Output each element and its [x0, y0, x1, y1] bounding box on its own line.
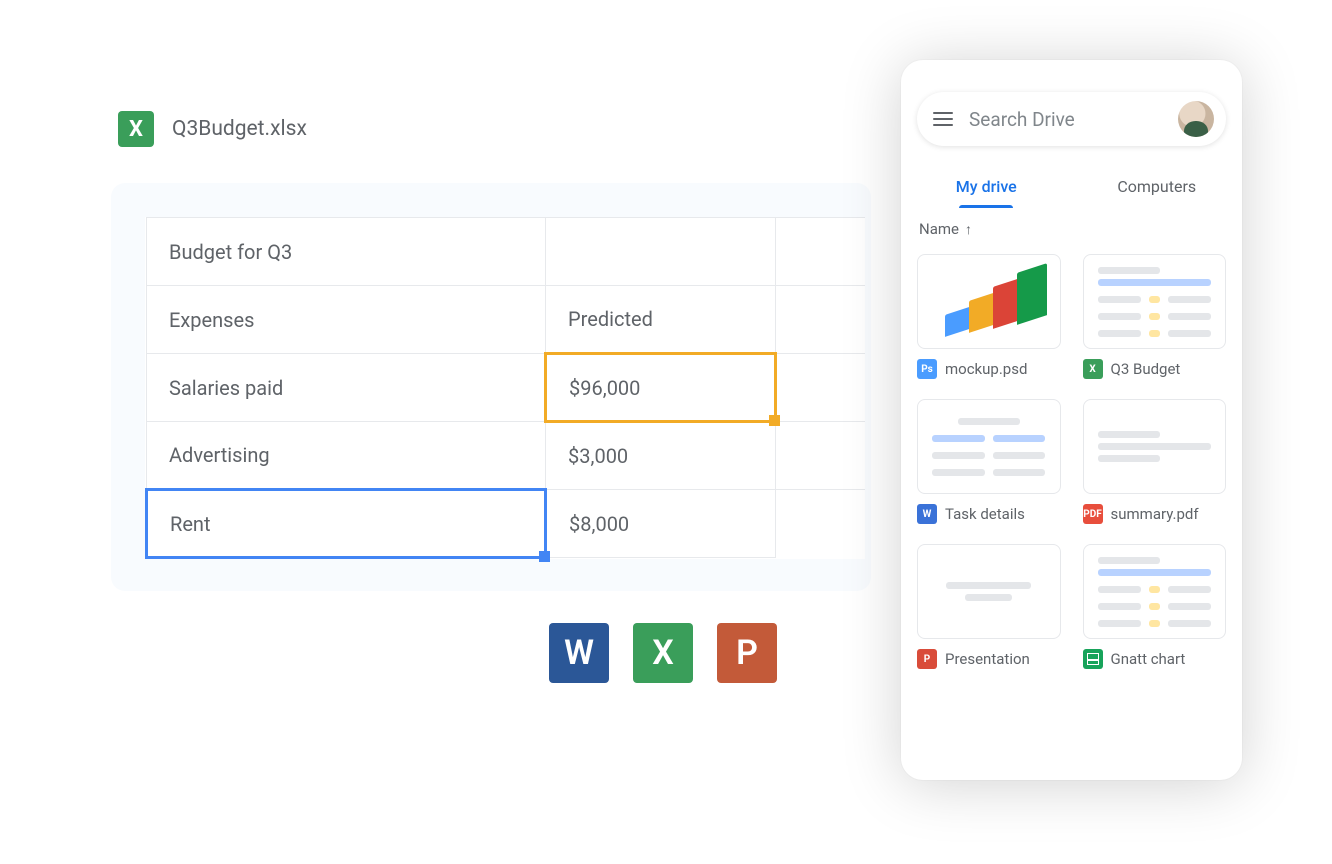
- cell-b5[interactable]: $8,000: [546, 490, 776, 558]
- table-row[interactable]: Expenses Predicted: [147, 286, 866, 354]
- docx-icon: W: [917, 504, 937, 524]
- drive-mobile-panel: Search Drive My drive Computers Name ↑ P…: [901, 60, 1242, 780]
- sort-ascending-icon: ↑: [965, 221, 972, 238]
- sheets-icon: [1083, 649, 1103, 669]
- spreadsheet-header: X Q3Budget.xlsx: [118, 111, 307, 147]
- drive-file-grid: Ps mockup.psd X Q3 Budget: [917, 254, 1226, 669]
- cell-b1[interactable]: [546, 218, 776, 286]
- file-card-mockup[interactable]: Ps mockup.psd: [917, 254, 1061, 379]
- file-name: Gnatt chart: [1111, 650, 1186, 668]
- file-card-gnatt[interactable]: Gnatt chart: [1083, 544, 1227, 669]
- cell-b3-selected[interactable]: $96,000: [546, 354, 776, 422]
- spreadsheet-table[interactable]: Budget for Q3 Expenses Predicted Salarie…: [145, 217, 865, 559]
- sort-control[interactable]: Name ↑: [919, 220, 972, 238]
- file-thumbnail: [1083, 544, 1227, 639]
- cell-c2[interactable]: [775, 286, 865, 354]
- cell-c1[interactable]: [775, 218, 865, 286]
- xlsx-icon: X: [1083, 359, 1103, 379]
- table-row[interactable]: Rent $8,000: [147, 490, 866, 558]
- table-row[interactable]: Salaries paid $96,000: [147, 354, 866, 422]
- pdf-icon: PDF: [1083, 504, 1103, 524]
- app-icon-row: W X P: [549, 623, 777, 683]
- cell-b2[interactable]: Predicted: [546, 286, 776, 354]
- cell-c5[interactable]: [775, 490, 865, 558]
- file-name: Q3 Budget: [1111, 360, 1181, 378]
- hamburger-menu-icon[interactable]: [933, 112, 953, 126]
- spreadsheet-filename: Q3Budget.xlsx: [172, 117, 307, 141]
- cell-a2[interactable]: Expenses: [147, 286, 546, 354]
- table-row[interactable]: Budget for Q3: [147, 218, 866, 286]
- search-placeholder[interactable]: Search Drive: [969, 108, 1178, 131]
- cell-a5-selected[interactable]: Rent: [147, 490, 546, 558]
- spreadsheet-panel: Budget for Q3 Expenses Predicted Salarie…: [111, 183, 871, 591]
- file-thumbnail: [1083, 399, 1227, 494]
- file-card-q3budget[interactable]: X Q3 Budget: [1083, 254, 1227, 379]
- psd-icon: Ps: [917, 359, 937, 379]
- cell-a1[interactable]: Budget for Q3: [147, 218, 546, 286]
- excel-app-icon[interactable]: X: [633, 623, 693, 683]
- excel-icon: X: [118, 111, 154, 147]
- file-thumbnail: [1083, 254, 1227, 349]
- file-name: summary.pdf: [1111, 505, 1199, 523]
- file-thumbnail: [917, 254, 1061, 349]
- tab-my-drive[interactable]: My drive: [901, 177, 1072, 196]
- file-thumbnail: [917, 399, 1061, 494]
- tab-computers[interactable]: Computers: [1072, 177, 1243, 196]
- cell-c3[interactable]: [775, 354, 865, 422]
- file-name: Presentation: [945, 650, 1030, 668]
- cell-a3[interactable]: Salaries paid: [147, 354, 546, 422]
- cell-c4[interactable]: [775, 422, 865, 490]
- file-card-presentation[interactable]: P Presentation: [917, 544, 1061, 669]
- word-app-icon[interactable]: W: [549, 623, 609, 683]
- file-card-summary[interactable]: PDF summary.pdf: [1083, 399, 1227, 524]
- table-row[interactable]: Advertising $3,000: [147, 422, 866, 490]
- user-avatar[interactable]: [1178, 101, 1214, 137]
- drive-tabs: My drive Computers: [901, 164, 1242, 208]
- sort-label: Name: [919, 220, 959, 238]
- file-name: mockup.psd: [945, 360, 1027, 378]
- cell-a4[interactable]: Advertising: [147, 422, 546, 490]
- file-card-taskdetails[interactable]: W Task details: [917, 399, 1061, 524]
- cell-b4[interactable]: $3,000: [546, 422, 776, 490]
- ppt-icon: P: [917, 649, 937, 669]
- file-thumbnail: [917, 544, 1061, 639]
- chart-icon: [941, 272, 1037, 332]
- drive-search-bar[interactable]: Search Drive: [917, 92, 1226, 146]
- powerpoint-app-icon[interactable]: P: [717, 623, 777, 683]
- file-name: Task details: [945, 505, 1025, 523]
